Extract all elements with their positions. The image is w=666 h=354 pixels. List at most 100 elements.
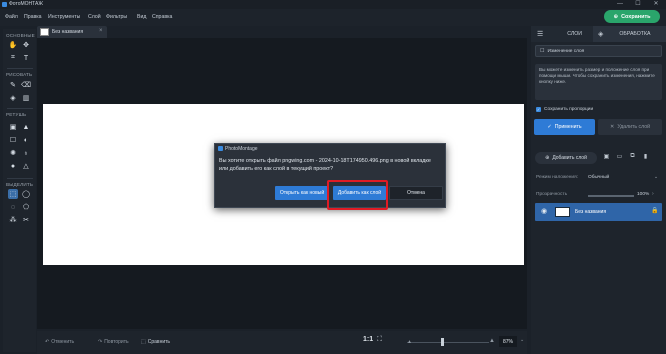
document-thumbnail — [40, 28, 49, 36]
zoom-out-icon[interactable]: ▲ — [407, 339, 412, 345]
menu-bar: Файл Правка Инструменты Слой Фильтры Вид… — [0, 9, 666, 26]
menu-layer[interactable]: Слой — [88, 14, 101, 20]
redo-label: Повторить — [104, 339, 129, 345]
app-icon — [2, 2, 7, 7]
window-title: ФотоМОНТАЖ — [9, 1, 43, 7]
drop-tool-icon[interactable]: ● — [8, 161, 18, 171]
fit-screen-icon[interactable]: ⛶ — [377, 336, 382, 344]
fill-tool-icon[interactable]: ◈ — [8, 93, 18, 103]
dialog-message: Вы хотите открыть файл pngwing.com - 202… — [219, 158, 431, 172]
gradient-tool-icon[interactable]: ▥ — [21, 93, 31, 103]
divider — [7, 178, 33, 179]
ratio-button[interactable]: 1:1 — [363, 336, 373, 343]
menu-tools[interactable]: Инструменты — [48, 14, 80, 20]
ellipse-select-icon[interactable]: ◯ — [21, 189, 31, 199]
apply-button[interactable]: ✓ Применить — [534, 119, 595, 135]
check-icon: ✓ — [547, 124, 552, 130]
delete-layer-label: Удалить слой — [617, 124, 651, 130]
lock-icon[interactable]: 🔒 — [651, 207, 658, 214]
checkbox-checked-icon: ✓ — [536, 107, 541, 112]
trash-icon[interactable]: ▮ — [641, 153, 650, 163]
tab-processing-label: ОБРАБОТКА — [619, 31, 651, 37]
blend-mode-select[interactable]: Обычный ⌄ — [588, 173, 658, 182]
zoom-in-icon[interactable]: ▲ — [489, 338, 495, 344]
minimize-button[interactable]: — — [612, 0, 628, 9]
tab-processing[interactable]: ◈ ОБРАБОТКА — [593, 26, 666, 42]
section-retouch: РЕТУШЬ — [6, 112, 27, 117]
chevron-down-icon: ⌄ — [653, 175, 658, 180]
hand-tool-icon[interactable]: ✋ — [8, 40, 18, 50]
compare-button[interactable]: ⬚ Сравнить — [141, 339, 170, 345]
move-tool-icon[interactable]: ✥ — [21, 40, 31, 50]
keep-proportions-label: Сохранить пропорции — [544, 107, 594, 112]
opacity-value: 100% — [637, 192, 650, 197]
mask-icon[interactable]: ▣ — [602, 153, 611, 163]
stamp-tool-icon[interactable]: ▲ — [21, 122, 31, 132]
patch-tool-icon[interactable]: ▣ — [8, 122, 18, 132]
menu-help[interactable]: Справка — [152, 14, 172, 20]
text-tool-icon[interactable]: T — [21, 53, 31, 63]
keep-proportions-checkbox[interactable]: ✓ Сохранить пропорции — [536, 107, 593, 112]
duplicate-icon[interactable]: ⧉ — [628, 153, 637, 163]
sliders-icon: ☰ — [537, 31, 544, 38]
zoom-value[interactable]: 87% — [499, 336, 517, 347]
close-window-button[interactable]: ✕ — [648, 0, 664, 9]
blur-tool-icon[interactable]: ◐ — [21, 135, 31, 145]
layer-row[interactable]: ◉ Без названия 🔒 — [535, 203, 662, 221]
divider — [7, 68, 33, 69]
redo-button[interactable]: ↷ Повторить — [98, 339, 129, 345]
app-icon — [218, 146, 223, 151]
blend-mode-value: Обычный — [588, 175, 610, 180]
resize-layer-button[interactable]: ☐ Изменение слоя — [535, 45, 662, 57]
polygon-lasso-icon[interactable]: ⬠ — [21, 202, 31, 212]
delete-layer-button[interactable]: ✕ Удалить слой — [598, 119, 662, 135]
zoom-dropdown-icon[interactable]: ⌄ — [520, 337, 524, 343]
menu-view[interactable]: Вид — [137, 14, 146, 20]
bulb-tool-icon[interactable]: ♁ — [21, 148, 31, 158]
menu-edit[interactable]: Правка — [24, 14, 42, 20]
chevron-right-icon[interactable]: › — [652, 191, 654, 197]
layers-icon: ◈ — [598, 31, 604, 38]
section-select: ВЫДЕЛИТЬ — [6, 182, 34, 187]
layer-name: Без названия — [575, 209, 607, 215]
cancel-button[interactable]: Отмена — [389, 186, 443, 200]
sponge-tool-icon[interactable]: ✺ — [8, 148, 18, 158]
eye-icon[interactable]: ◉ — [541, 207, 547, 215]
dialog-title: PhotoMontage — [225, 146, 258, 152]
undo-button[interactable]: ↶ Отменить — [45, 339, 74, 345]
zoom-slider-handle[interactable] — [441, 338, 444, 346]
open-as-new-button[interactable]: Открыть как новый — [275, 186, 329, 200]
plus-icon: ⊕ — [545, 155, 550, 161]
save-icon: ⊕ — [613, 13, 619, 20]
compare-icon: ⬚ — [141, 339, 146, 345]
zoom-slider[interactable] — [407, 342, 489, 343]
save-button[interactable]: ⊕ Сохранить — [604, 10, 660, 23]
apply-label: Применить — [554, 124, 582, 130]
undo-label: Отменить — [51, 339, 75, 345]
close-tab-icon[interactable]: × — [99, 28, 103, 34]
magic-wand-icon[interactable]: ⁂ — [8, 215, 18, 225]
smart-select-icon[interactable]: ✂ — [21, 215, 31, 225]
section-draw: РИСОВАТЬ — [6, 72, 33, 77]
add-layer-button[interactable]: ⊕ Добавить слой — [535, 152, 597, 164]
document-tab[interactable]: Без названия × — [37, 26, 107, 38]
title-bar: ФотоМОНТАЖ — ☐ ✕ — [0, 0, 666, 9]
rect-select-icon[interactable]: ⬚ — [8, 189, 18, 199]
undo-icon: ↶ — [45, 339, 50, 345]
sharpen-tool-icon[interactable]: △ — [21, 161, 31, 171]
menu-file[interactable]: Файл — [5, 14, 18, 20]
tab-layers[interactable]: ☰ СЛОИ — [531, 26, 593, 42]
maximize-button[interactable]: ☐ — [630, 0, 646, 9]
resize-layer-label: Изменение слоя — [547, 48, 585, 54]
crop-tool-icon[interactable]: ⌗ — [8, 53, 18, 63]
folder-icon[interactable]: ▭ — [615, 153, 624, 163]
lasso-select-icon[interactable]: ◌ — [8, 202, 18, 212]
blend-mode-label: Режим наложения: — [536, 175, 579, 180]
save-button-label: Сохранить — [621, 13, 651, 20]
add-layer-label: Добавить слой — [552, 155, 587, 161]
eraser-tool-icon[interactable]: ⌫ — [21, 80, 31, 90]
dodge-tool-icon[interactable]: ☐ — [8, 135, 18, 145]
brush-tool-icon[interactable]: ✎ — [8, 80, 18, 90]
section-basic: ОСНОВНЫЕ — [6, 33, 35, 38]
menu-filters[interactable]: Фильтры — [106, 14, 127, 20]
